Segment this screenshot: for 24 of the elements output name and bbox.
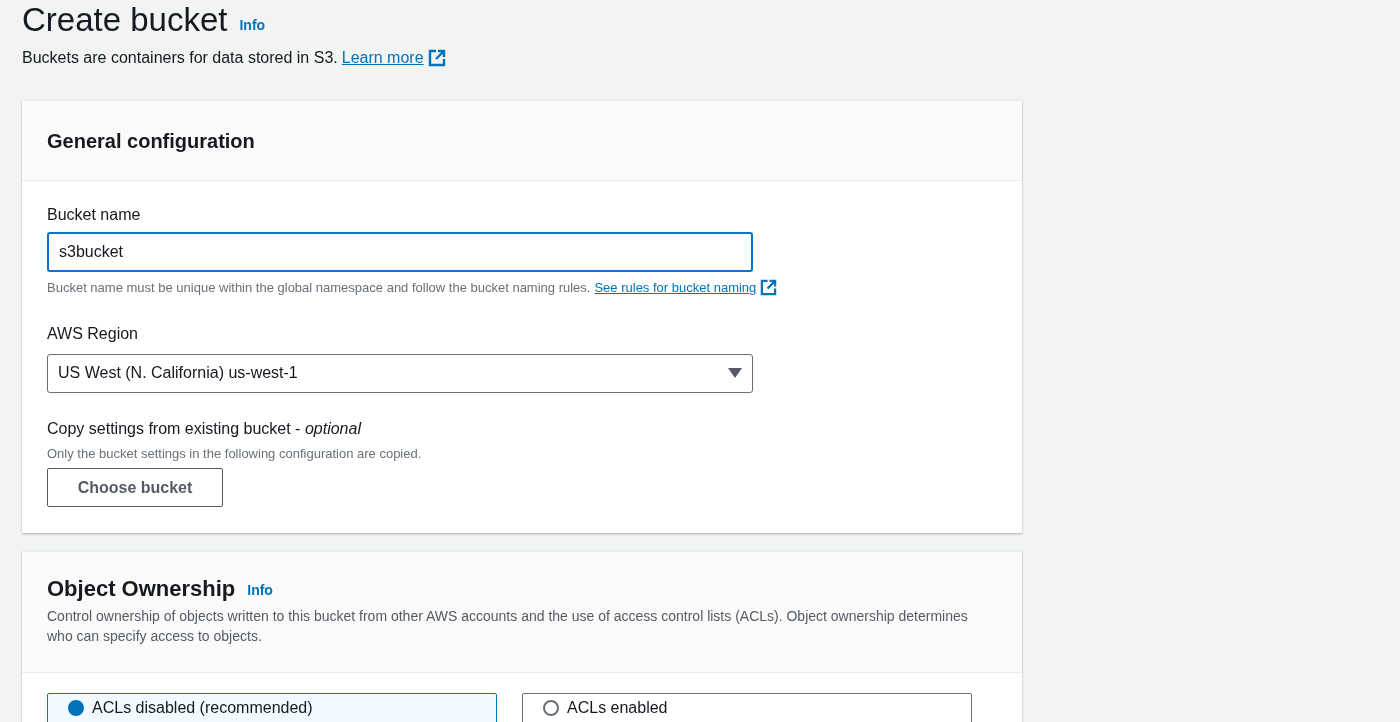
caret-down-icon <box>728 368 742 378</box>
info-link[interactable]: Info <box>247 580 273 601</box>
learn-more-link[interactable]: Learn more <box>341 46 446 70</box>
field-label: Copy settings from existing bucket - optional <box>47 418 363 439</box>
naming-rules-link[interactable]: See rules for bucket naming <box>594 278 778 298</box>
page-title: Create bucket <box>22 2 228 38</box>
radio-button[interactable] <box>68 700 84 716</box>
aws-region-dropdown[interactable]: US West (N. California) us-west-1 <box>47 353 753 393</box>
panel-title: General configuration <box>47 128 255 154</box>
ownership-option[interactable]: ACLs enabled <box>522 693 972 722</box>
field-label: Bucket name <box>47 205 142 225</box>
choose-bucket-button[interactable]: Choose bucket <box>47 468 223 507</box>
field-label: AWS Region <box>47 323 139 344</box>
ownership-option[interactable]: ACLs disabled (recommended) <box>47 693 497 722</box>
bucket-name-field[interactable]: s3bucket <box>47 232 753 272</box>
info-link[interactable]: Info <box>239 15 266 36</box>
field-hint: Only the bucket settings in the following configuration are copied. <box>47 444 423 463</box>
external-link-icon <box>427 49 446 67</box>
panel-title: Object Ownership <box>47 576 236 602</box>
panel-description: Control ownership of objects written to this bucket from other AWS accounts and the use of access control lists (ACLs). Object ownership determines who can specify access to objects. <box>47 607 969 646</box>
page-description: Buckets are containers for data stored in S3. <box>22 48 338 68</box>
field-hint: Bucket name must be unique within the global namespace and follow the bucket naming rules. <box>47 279 591 297</box>
radio-button[interactable] <box>543 700 559 716</box>
external-link-icon <box>760 279 778 297</box>
